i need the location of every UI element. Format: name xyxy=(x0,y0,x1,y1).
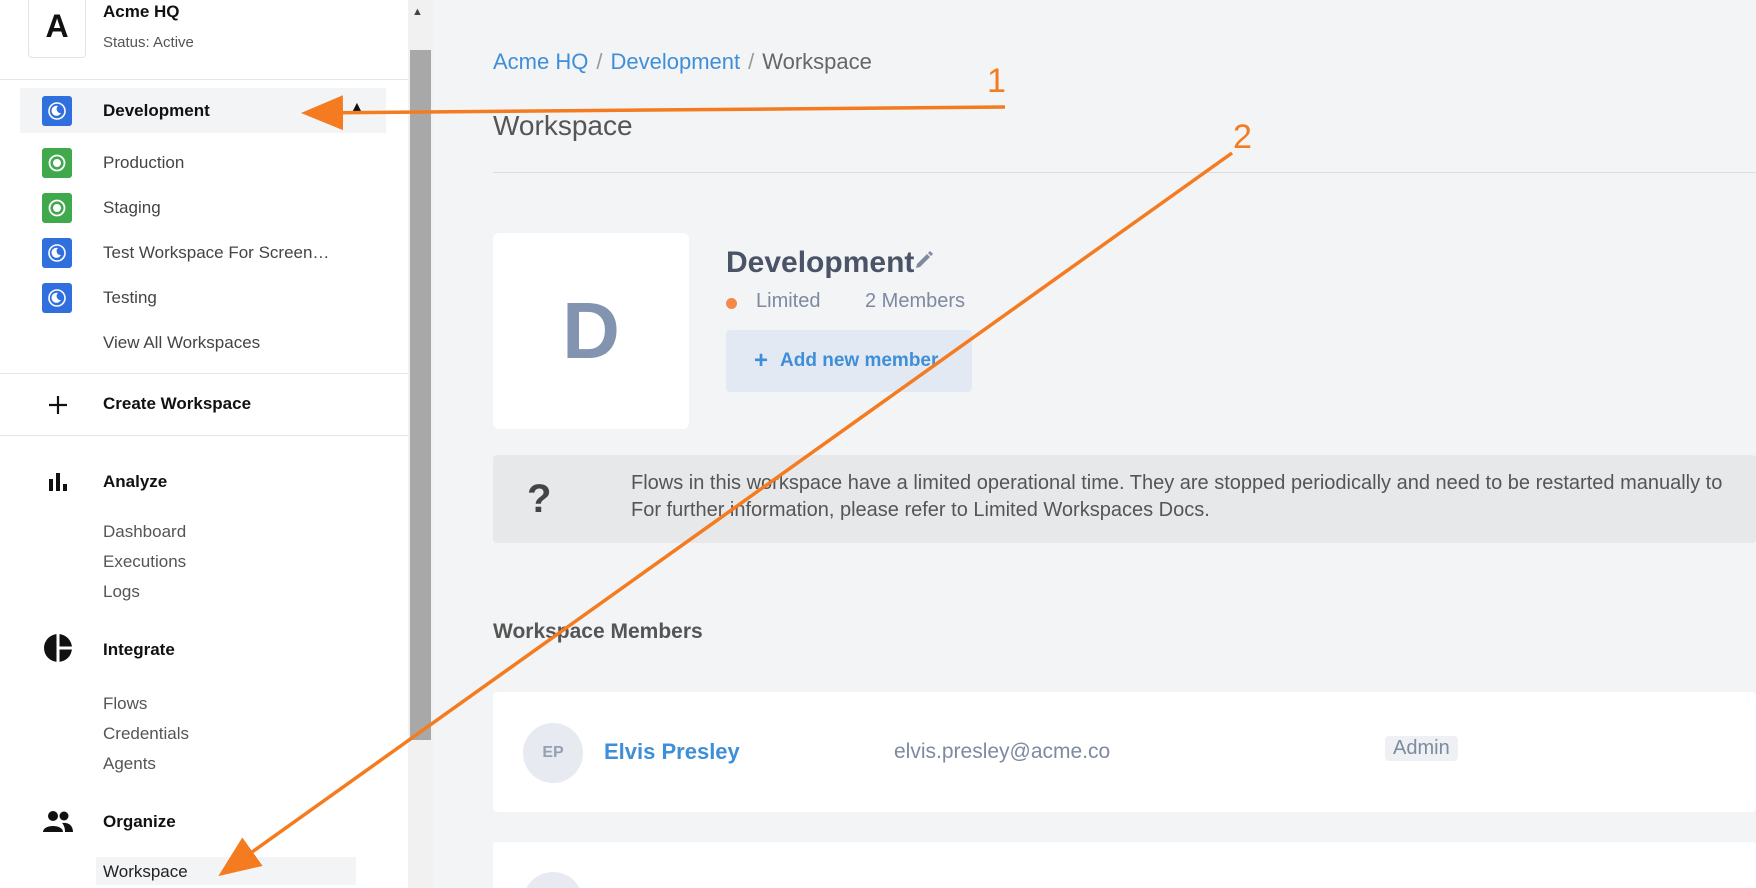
workspace-moon-icon xyxy=(42,237,72,268)
section-label: Integrate xyxy=(103,640,175,659)
breadcrumb: Acme HQ / Development / Workspace xyxy=(493,49,872,75)
section-integrate: Integrate xyxy=(0,632,408,672)
divider xyxy=(493,172,1756,173)
member-name[interactable]: Elvis Presley xyxy=(604,739,740,765)
workspace-item-development[interactable]: Development ▲ xyxy=(20,88,386,133)
member-row xyxy=(493,842,1756,888)
annotation-number-1: 1 xyxy=(987,62,1006,100)
workspace-target-icon xyxy=(42,192,72,223)
member-email: elvis.presley@acme.co xyxy=(894,740,1111,763)
workspace-avatar: D xyxy=(493,233,689,429)
plus-icon: + xyxy=(754,347,769,374)
breadcrumb-separator: / xyxy=(596,49,603,74)
people-icon xyxy=(42,806,74,838)
section-analyze: Analyze xyxy=(0,462,408,502)
workspace-label: Testing xyxy=(103,287,157,307)
workspace-target-icon xyxy=(42,147,72,178)
view-all-label: View All Workspaces xyxy=(103,332,261,352)
page-title: Workspace xyxy=(493,110,633,141)
workspace-moon-icon xyxy=(42,95,72,126)
org-status: Status: Active xyxy=(103,34,194,51)
scrollbar-thumb[interactable] xyxy=(410,50,431,740)
pencil-icon[interactable] xyxy=(913,249,935,271)
pie-chart-icon xyxy=(42,632,74,664)
nav-executions[interactable]: Executions xyxy=(103,552,186,572)
org-avatar: A xyxy=(28,0,86,58)
sidebar: A Acme HQ Status: Active Development ▲ P… xyxy=(0,0,408,888)
workspace-label: Test Workspace For Screen… xyxy=(103,242,330,262)
nav-logs[interactable]: Logs xyxy=(103,582,140,602)
member-row: EP Elvis Presley elvis.presley@acme.co A… xyxy=(493,692,1756,812)
workspace-item-staging[interactable]: Staging xyxy=(20,185,386,230)
workspace-item-testing[interactable]: Testing xyxy=(20,275,386,320)
create-workspace-label: Create Workspace xyxy=(103,394,252,413)
nav-dashboard[interactable]: Dashboard xyxy=(103,522,186,542)
question-icon: ? xyxy=(527,477,552,521)
divider xyxy=(0,435,408,436)
divider xyxy=(0,373,408,374)
org-name: Acme HQ xyxy=(103,2,180,21)
limited-notice: ? Flows in this workspace have a limited… xyxy=(493,455,1756,543)
workspace-item-test-workspace[interactable]: Test Workspace For Screen… xyxy=(20,230,386,275)
member-role-badge[interactable]: Admin xyxy=(1385,736,1458,761)
members-count: 2 Members xyxy=(865,290,966,312)
breadcrumb-workspace[interactable]: Development xyxy=(610,49,740,74)
workspace-name: Development xyxy=(726,246,915,279)
add-member-button[interactable]: + Add new member xyxy=(726,330,972,392)
bar-chart-icon xyxy=(42,466,74,498)
plus-icon xyxy=(42,389,74,421)
create-workspace-button[interactable]: Create Workspace xyxy=(0,385,408,425)
notice-line-1: Flows in this workspace have a limited o… xyxy=(631,472,1723,494)
workspace-item-production[interactable]: Production xyxy=(20,140,386,185)
view-all-workspaces-link[interactable]: View All Workspaces xyxy=(20,320,386,365)
chevron-up-icon[interactable]: ▲ xyxy=(350,98,364,114)
breadcrumb-separator: / xyxy=(748,49,755,74)
section-label: Analyze xyxy=(103,472,168,491)
member-avatar xyxy=(523,872,583,888)
member-avatar: EP xyxy=(523,723,583,783)
breadcrumb-current: Workspace xyxy=(762,49,872,74)
workspace-status: Limited xyxy=(756,290,821,312)
workspace-label: Production xyxy=(103,152,185,172)
workspace-label: Development xyxy=(103,100,210,120)
section-label: Organize xyxy=(103,812,176,831)
nav-flows[interactable]: Flows xyxy=(103,694,147,714)
workspace-label: Staging xyxy=(103,197,161,217)
notice-line-2: For further information, please refer to… xyxy=(631,499,1210,521)
breadcrumb-org[interactable]: Acme HQ xyxy=(493,49,588,74)
workspace-moon-icon xyxy=(42,282,72,313)
nav-workspace[interactable]: Workspace xyxy=(96,857,356,885)
members-heading: Workspace Members xyxy=(493,620,703,643)
add-member-label: Add new member xyxy=(780,350,939,371)
main-content: Acme HQ / Development / Workspace Workspace … xyxy=(433,0,1756,888)
nav-agents[interactable]: Agents xyxy=(103,754,156,774)
annotation-number-2: 2 xyxy=(1233,118,1252,156)
nav-credentials[interactable]: Credentials xyxy=(103,724,189,744)
scroll-up-arrow-icon[interactable]: ▲ xyxy=(412,6,423,18)
section-organize: Organize xyxy=(0,802,408,842)
status-dot xyxy=(726,298,737,309)
org-header[interactable]: A Acme HQ Status: Active xyxy=(0,0,408,80)
